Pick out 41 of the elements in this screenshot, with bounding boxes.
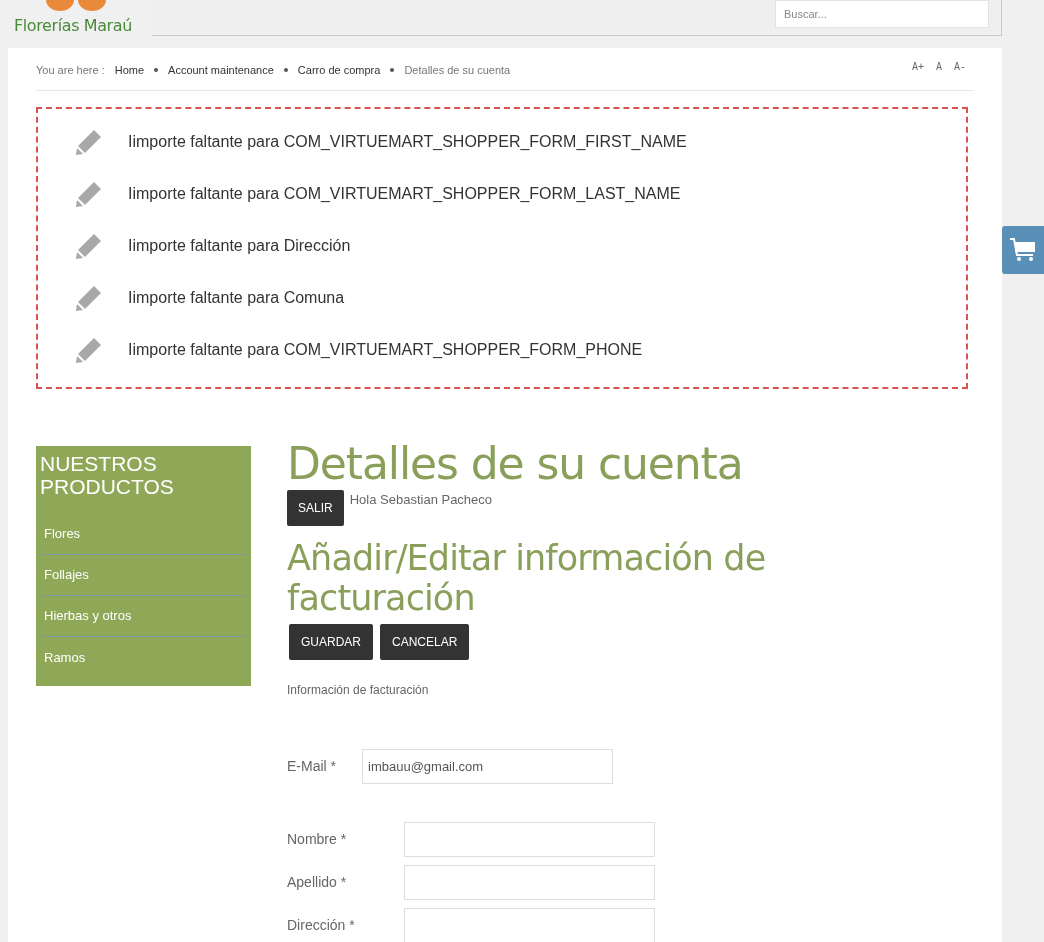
bullet-icon xyxy=(283,68,288,72)
font-size-button[interactable]: A xyxy=(935,58,942,74)
breadcrumb-link[interactable]: Account maintenance xyxy=(168,61,274,79)
cart-icon xyxy=(1009,237,1037,263)
section-title: Añadir/Editar información de facturación xyxy=(287,538,767,618)
pencil-icon xyxy=(74,179,104,209)
sidebar-title: NUESTROS PRODUCTOS xyxy=(40,452,175,498)
text-field[interactable] xyxy=(404,908,655,942)
greeting-text: Hola Sebastian Pacheco xyxy=(349,491,493,509)
pencil-icon xyxy=(74,127,104,157)
logout-button[interactable]: SALIR xyxy=(287,490,344,526)
form-button[interactable]: GUARDAR xyxy=(289,624,373,660)
cart-button[interactable] xyxy=(1002,226,1044,274)
field-label: Apellido * xyxy=(287,873,348,892)
error-message: Iimporte faltante para COM_VIRTUEMART_SHOPPER_FORM_FIRST_NAME xyxy=(128,132,687,152)
breadcrumb-link[interactable]: Carro de compra xyxy=(297,61,381,79)
bullet-icon xyxy=(390,68,395,72)
bullet-icon xyxy=(154,68,159,72)
field-label: Nombre * xyxy=(287,830,348,849)
page-title: Detalles de su cuenta xyxy=(287,440,744,488)
email-field[interactable]: imbauu@gmail.com xyxy=(362,749,613,784)
pencil-icon xyxy=(74,231,104,261)
text-field[interactable] xyxy=(404,865,655,900)
text-field[interactable] xyxy=(404,822,655,857)
logo-text[interactable]: Florerías Maraú xyxy=(14,18,132,34)
error-message: Iimporte faltante para COM_VIRTUEMART_SHOPPER_FORM_LAST_NAME xyxy=(128,184,681,204)
breadcrumb-link[interactable]: Home xyxy=(114,61,145,79)
pencil-icon xyxy=(74,335,104,365)
breadcrumb-current: Detalles de su cuenta xyxy=(404,62,511,78)
field-label: Dirección * xyxy=(287,916,356,935)
form-button[interactable]: CANCELAR xyxy=(380,624,470,660)
font-size-button[interactable]: A+ xyxy=(911,58,924,74)
field-label: E-Mail * xyxy=(287,757,337,776)
error-message: Iimporte faltante para Comuna xyxy=(128,288,345,308)
breadcrumb-label: You are here : xyxy=(36,62,105,78)
error-message: Iimporte faltante para Dirección xyxy=(128,236,351,256)
font-size-button[interactable]: A- xyxy=(953,58,966,74)
search-field[interactable]: Buscar... xyxy=(775,0,989,28)
section-label: Información de facturación xyxy=(287,682,430,699)
pencil-icon xyxy=(74,283,104,313)
error-message: Iimporte faltante para COM_VIRTUEMART_SHOPPER_FORM_PHONE xyxy=(128,340,643,360)
